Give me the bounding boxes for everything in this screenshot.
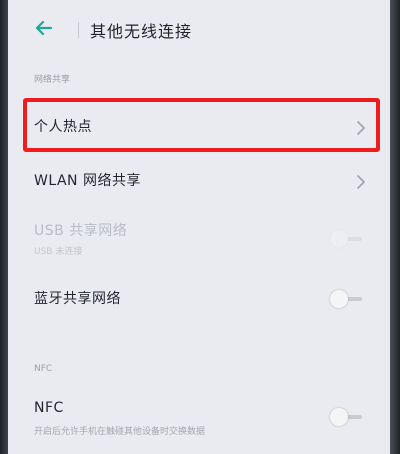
highlight-box bbox=[23, 98, 380, 152]
row-label-usb: USB 共享网络 bbox=[34, 223, 128, 239]
phone-frame: 其他无线连接 网络共享 个人热点 WLAN 网络共享 USB 共享网络 USB … bbox=[0, 0, 400, 454]
nfc-toggle[interactable] bbox=[330, 408, 364, 426]
screen: 其他无线连接 网络共享 个人热点 WLAN 网络共享 USB 共享网络 USB … bbox=[8, 0, 390, 454]
row-sub-nfc: 开启后允许手机在触碰其他设备时交换数据 bbox=[34, 427, 206, 437]
row-label-nfc: NFC bbox=[34, 400, 64, 416]
row-sub-usb: USB 未连接 bbox=[34, 247, 83, 257]
row-bluetooth-sharing[interactable]: 蓝牙共享网络 bbox=[8, 272, 390, 322]
phone-bezel-right bbox=[390, 0, 400, 454]
header: 其他无线连接 bbox=[8, 12, 390, 52]
usb-sharing-toggle bbox=[330, 230, 364, 248]
toggle-knob bbox=[330, 408, 348, 426]
row-wlan-sharing[interactable]: WLAN 网络共享 bbox=[8, 156, 390, 206]
section-label-nfc: NFC bbox=[34, 364, 53, 374]
row-label-wlan: WLAN 网络共享 bbox=[34, 173, 141, 189]
back-arrow-icon[interactable] bbox=[34, 18, 54, 38]
bluetooth-sharing-toggle[interactable] bbox=[330, 290, 364, 308]
section-label-network-sharing: 网络共享 bbox=[34, 75, 71, 85]
chevron-right-icon bbox=[356, 174, 366, 189]
phone-bezel-left bbox=[0, 0, 8, 454]
page-title: 其他无线连接 bbox=[90, 22, 193, 41]
row-label-bluetooth: 蓝牙共享网络 bbox=[34, 291, 121, 307]
row-nfc[interactable]: NFC 开启后允许手机在触碰其他设备时交换数据 bbox=[8, 392, 390, 448]
row-usb-sharing: USB 共享网络 USB 未连接 bbox=[8, 214, 390, 264]
toggle-knob bbox=[330, 230, 348, 248]
toggle-knob bbox=[330, 290, 348, 308]
header-divider bbox=[78, 22, 79, 38]
